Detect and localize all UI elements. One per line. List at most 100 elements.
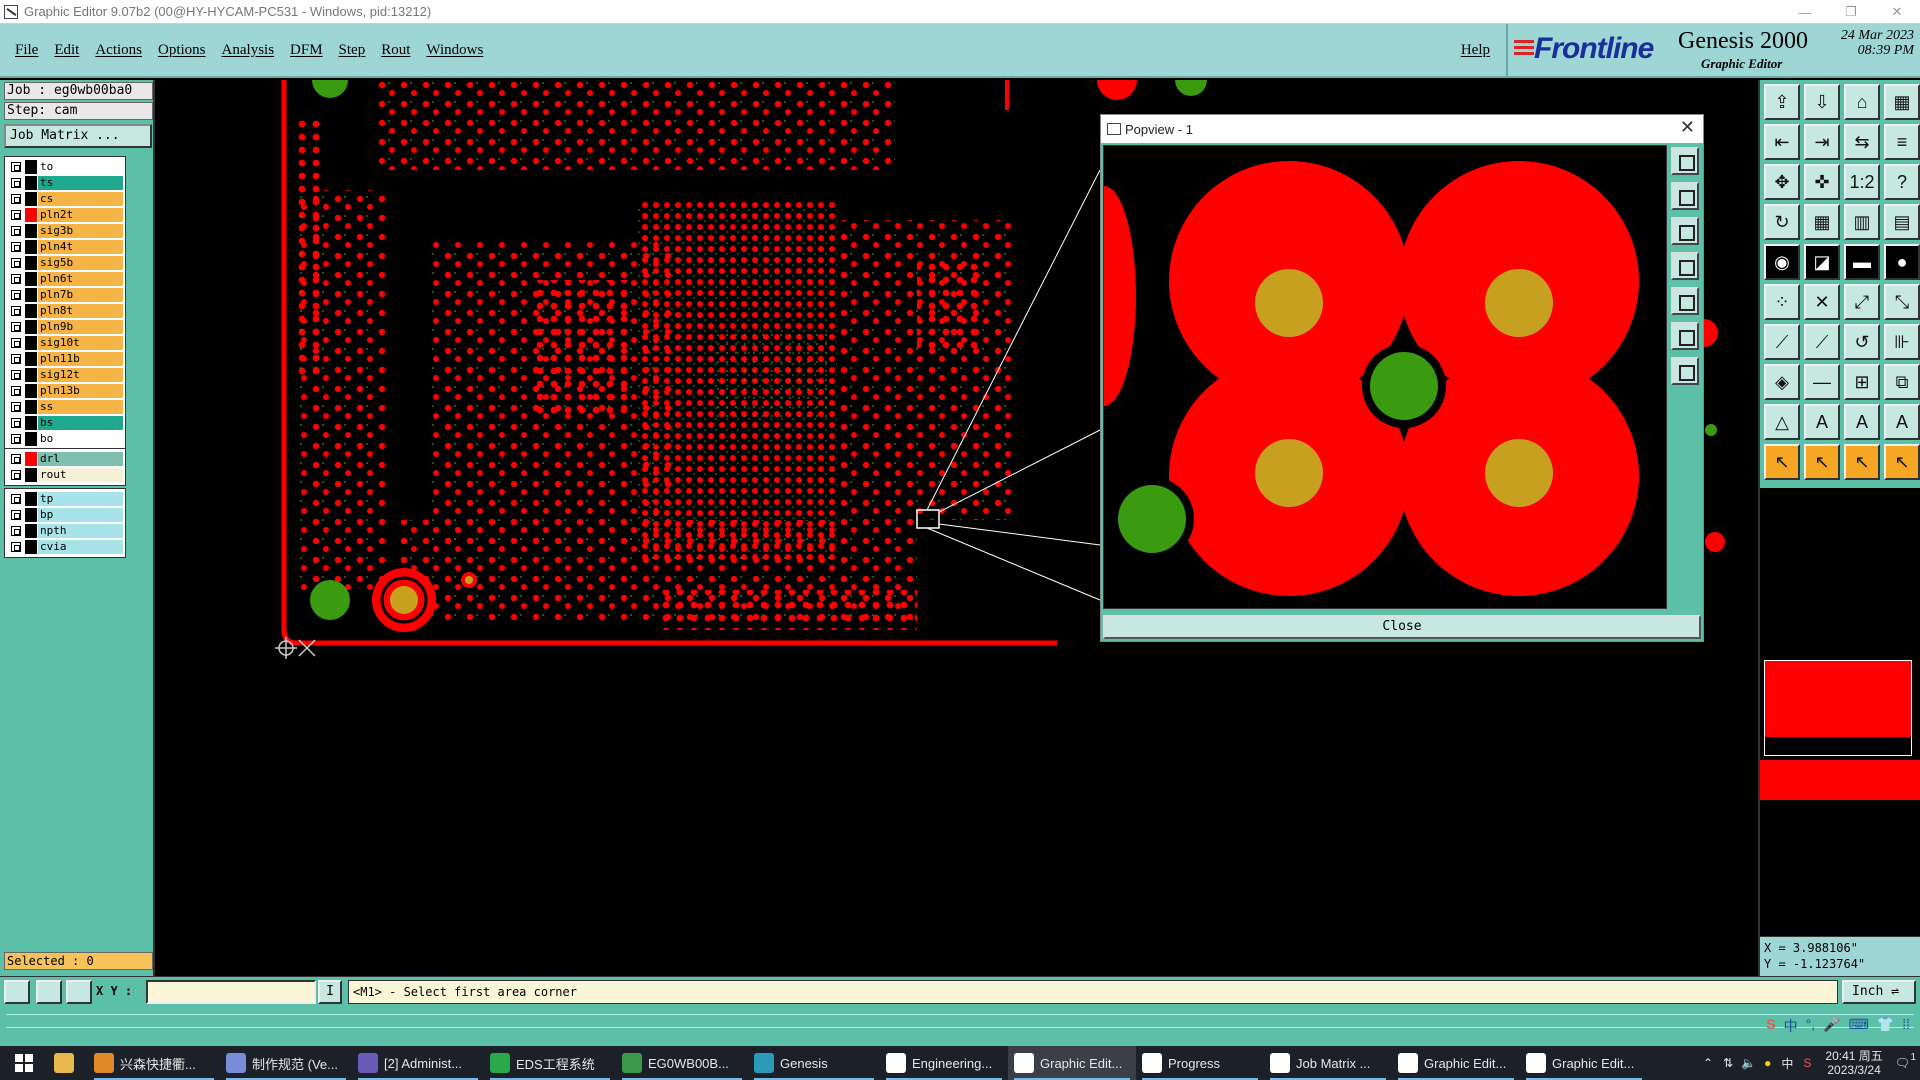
minimize-icon[interactable]: — [1782,0,1828,24]
tool-button-17-icon[interactable]: ◉ [1764,244,1800,280]
file-explorer-button[interactable] [48,1046,88,1080]
layer-color-swatch[interactable] [25,468,37,482]
layer-checkbox[interactable] [11,242,21,252]
ime-lang-icon[interactable]: 中 [1784,1016,1798,1036]
taskbar-item[interactable]: Progress [1136,1046,1264,1080]
layer-color-swatch[interactable] [25,304,37,318]
menu-help[interactable]: Help [1461,42,1490,59]
layer-name[interactable]: cvia [38,540,123,554]
taskbar-item[interactable]: Graphic Edit... [1520,1046,1648,1080]
tool-button-16-icon[interactable]: ▤ [1884,204,1920,240]
layer-color-swatch[interactable] [25,492,37,506]
popview-canvas[interactable] [1103,145,1667,609]
tool-button-1-icon[interactable]: ⇪ [1764,84,1800,120]
layer-color-swatch[interactable] [25,368,37,382]
tool-button-10-icon[interactable]: ✜ [1804,164,1840,200]
grid-tool[interactable] [66,980,92,1004]
taskbar-item[interactable]: Genesis [748,1046,880,1080]
layer-row-sig3b[interactable]: sig3b [5,223,125,239]
mic-icon[interactable]: 🎤 [1823,1016,1840,1036]
tool-button-11-icon[interactable]: 1:2 [1844,164,1880,200]
skin-icon[interactable]: 👕 [1877,1016,1894,1036]
popview-tool-1[interactable] [1671,147,1699,175]
cursor-mode-button[interactable]: I [318,980,342,1004]
layer-color-swatch[interactable] [25,416,37,430]
layer-checkbox[interactable] [11,178,21,188]
taskbar-item[interactable]: EDS工程系统 [484,1046,616,1080]
layer-row-bs[interactable]: bs [5,415,125,431]
close-window-icon[interactable]: ✕ [1874,0,1920,24]
tool-button-29-icon[interactable]: ◈ [1764,364,1800,400]
snap-tool-1[interactable] [4,980,30,1004]
start-button[interactable] [0,1046,48,1080]
layer-checkbox[interactable] [11,290,21,300]
layer-checkbox[interactable] [11,370,21,380]
layer-color-swatch[interactable] [25,352,37,366]
layer-row-pln2t[interactable]: pln2t [5,207,125,223]
taskbar-item[interactable]: EG0WB00B... [616,1046,748,1080]
tool-button-9-icon[interactable]: ✥ [1764,164,1800,200]
tool-button-39-icon[interactable]: ↖ [1844,444,1880,480]
layer-row-bp[interactable]: bp [5,507,125,523]
layer-color-swatch[interactable] [25,524,37,538]
layer-name[interactable]: drl [38,452,123,466]
layer-row-sig5b[interactable]: sig5b [5,255,125,271]
layer-color-swatch[interactable] [25,272,37,286]
layer-row-tp[interactable]: tp [5,491,125,507]
layer-name[interactable]: pln6t [38,272,123,286]
layer-checkbox[interactable] [11,258,21,268]
tool-button-32-icon[interactable]: ⧉ [1884,364,1920,400]
layer-color-swatch[interactable] [25,400,37,414]
menu-step[interactable]: Step [339,42,366,59]
layer-name[interactable]: sig3b [38,224,123,238]
popview-tool-2[interactable] [1671,182,1699,210]
layer-name[interactable]: ss [38,400,123,414]
layer-color-swatch[interactable] [25,384,37,398]
popview-tool-7[interactable] [1671,357,1699,385]
layer-checkbox[interactable] [11,418,21,428]
xy-input[interactable] [146,980,316,1004]
tool-button-4-icon[interactable]: ▦ [1884,84,1920,120]
layer-checkbox[interactable] [11,470,21,480]
layer-color-swatch[interactable] [25,540,37,554]
menu-dfm[interactable]: DFM [290,42,323,59]
tool-button-38-icon[interactable]: ↖ [1804,444,1840,480]
popview-tool-3[interactable] [1671,217,1699,245]
menu-analysis[interactable]: Analysis [222,42,275,59]
tool-button-40-icon[interactable]: ↖ [1884,444,1920,480]
layer-color-swatch[interactable] [25,176,37,190]
tray-sogou-icon[interactable]: S [1803,1056,1811,1070]
layer-name[interactable]: sig12t [38,368,123,382]
tool-button-26-icon[interactable]: ⟋ [1804,324,1840,360]
layer-checkbox[interactable] [11,454,21,464]
tray-volume-icon[interactable]: 🔈 [1741,1056,1756,1070]
layer-name[interactable]: pln4t [38,240,123,254]
layer-row-pln4t[interactable]: pln4t [5,239,125,255]
tool-button-28-icon[interactable]: ⊪ [1884,324,1920,360]
layer-color-swatch[interactable] [25,192,37,206]
tool-button-19-icon[interactable]: ▬ [1844,244,1880,280]
popview-window[interactable]: Popview - 1 ✕ Close [1100,114,1704,642]
tool-button-5-icon[interactable]: ⇤ [1764,124,1800,160]
layer-name[interactable]: pln9b [38,320,123,334]
layer-color-swatch[interactable] [25,224,37,238]
layer-name[interactable]: sig5b [38,256,123,270]
layer-name[interactable]: cs [38,192,123,206]
layer-name[interactable]: to [38,160,123,174]
layer-row-sig12t[interactable]: sig12t [5,367,125,383]
job-matrix-button[interactable]: Job Matrix ... [4,124,152,148]
tool-button-6-icon[interactable]: ⇥ [1804,124,1840,160]
punctuation-icon[interactable]: °, [1806,1016,1816,1036]
tool-button-14-icon[interactable]: ▦ [1804,204,1840,240]
layer-checkbox[interactable] [11,322,21,332]
popview-close-button[interactable]: Close [1103,615,1701,639]
layer-color-swatch[interactable] [25,160,37,174]
tool-button-22-icon[interactable]: ✕ [1804,284,1840,320]
overview-thumbnail[interactable] [1764,660,1912,756]
layer-checkbox[interactable] [11,354,21,364]
layer-name[interactable]: bo [38,432,123,446]
tool-button-25-icon[interactable]: ⟋ [1764,324,1800,360]
layer-row-sig10t[interactable]: sig10t [5,335,125,351]
layer-color-swatch[interactable] [25,288,37,302]
layer-name[interactable]: pln13b [38,384,123,398]
